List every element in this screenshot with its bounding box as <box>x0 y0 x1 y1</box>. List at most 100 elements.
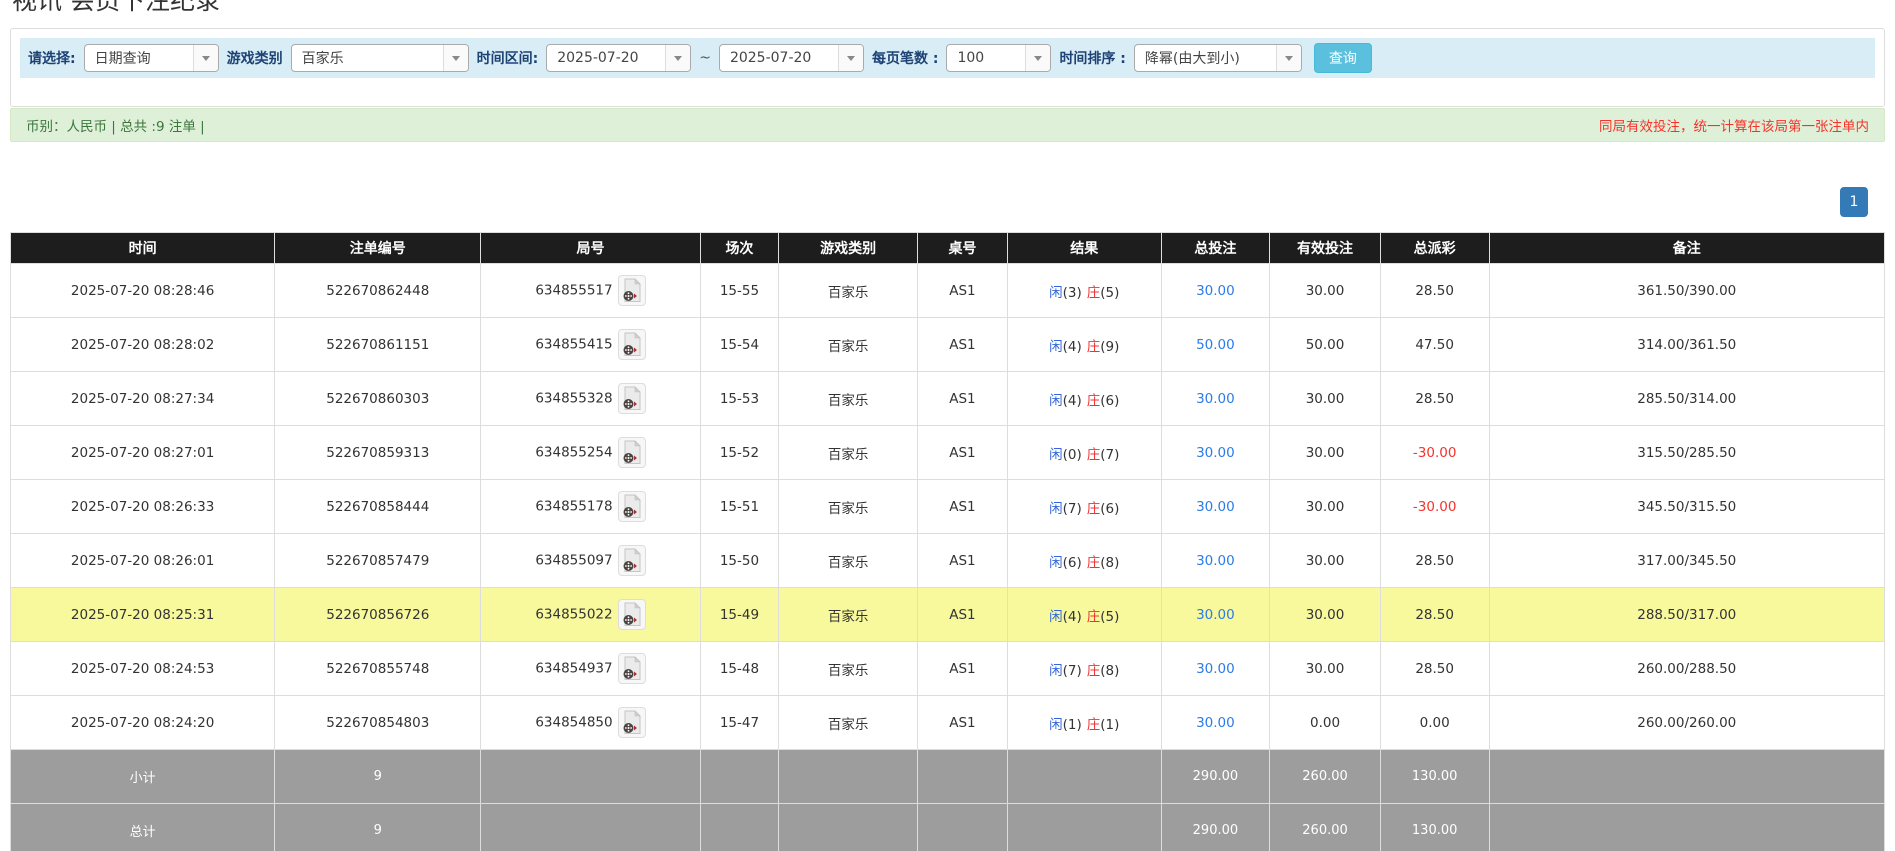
table-row: 2025-07-20 08:26:33 522670858444 6348551… <box>11 480 1885 534</box>
column-header: 桌号 <box>917 233 1007 264</box>
cell-table-no: AS1 <box>917 588 1007 642</box>
result-banker: 庄 <box>1087 285 1101 301</box>
cell-valid-bet: 30.00 <box>1270 642 1381 696</box>
result-banker: 庄 <box>1087 501 1101 517</box>
filter-panel: 请选择: 日期查询 游戏类别 百家乐 时间区间: 2025-07-20 ~ 20… <box>10 28 1885 107</box>
cell-payout: 28.50 <box>1380 264 1489 318</box>
cell-table-no: AS1 <box>917 534 1007 588</box>
cell-bet-id: 522670860303 <box>275 372 481 426</box>
cell-session: 15-51 <box>700 480 779 534</box>
cell-bet-id: 522670854803 <box>275 696 481 750</box>
betting-records-table: 时间注单编号局号场次游戏类别桌号结果总投注有效投注总派彩备注 2025-07-2… <box>10 232 1885 851</box>
column-header: 总派彩 <box>1380 233 1489 264</box>
betting-records-page: 视讯 会员下注纪录 请选择: 日期查询 游戏类别 百家乐 时间区间: 2025-… <box>0 0 1895 851</box>
subtotal-payout: 130.00 <box>1380 750 1489 804</box>
date-range-label: 时间区间: <box>477 48 539 68</box>
date-from-select[interactable]: 2025-07-20 <box>546 44 691 72</box>
cell-session: 15-47 <box>700 696 779 750</box>
cell-payout: 0.00 <box>1380 696 1489 750</box>
total-label: 总计 <box>11 804 275 851</box>
caret-down-icon <box>665 45 690 71</box>
total-bet-link[interactable]: 30.00 <box>1196 607 1235 623</box>
total-bet-link[interactable]: 50.00 <box>1196 337 1235 353</box>
cell-time: 2025-07-20 08:24:53 <box>11 642 275 696</box>
cell-game-type: 百家乐 <box>779 642 918 696</box>
result-player: 闲 <box>1049 555 1063 571</box>
cell-round-id: 634854850 <box>481 696 700 750</box>
cell-game-type: 百家乐 <box>779 264 918 318</box>
total-bet-link[interactable]: 30.00 <box>1196 499 1235 515</box>
cell-result: 闲(0)庄(7) <box>1007 426 1161 480</box>
cell-round-id: 634855517 <box>481 264 700 318</box>
video-record-icon[interactable] <box>618 599 646 630</box>
video-record-icon[interactable] <box>618 653 646 684</box>
cell-result: 闲(6)庄(8) <box>1007 534 1161 588</box>
cell-bet-id: 522670855748 <box>275 642 481 696</box>
video-record-icon[interactable] <box>618 383 646 414</box>
total-bet-link[interactable]: 30.00 <box>1196 445 1235 461</box>
result-banker: 庄 <box>1087 717 1101 733</box>
video-record-icon[interactable] <box>618 275 646 306</box>
page-size-label: 每页笔数 : <box>872 48 938 68</box>
result-player: 闲 <box>1049 717 1063 733</box>
cell-time: 2025-07-20 08:26:33 <box>11 480 275 534</box>
table-row: 2025-07-20 08:26:01 522670857479 6348550… <box>11 534 1885 588</box>
cell-time: 2025-07-20 08:28:46 <box>11 264 275 318</box>
filter-bar: 请选择: 日期查询 游戏类别 百家乐 时间区间: 2025-07-20 ~ 20… <box>20 38 1875 78</box>
cell-valid-bet: 50.00 <box>1270 318 1381 372</box>
cell-game-type: 百家乐 <box>779 426 918 480</box>
cell-valid-bet: 30.00 <box>1270 588 1381 642</box>
query-type-select[interactable]: 日期查询 <box>84 44 219 72</box>
cell-total-bet: 50.00 <box>1161 318 1270 372</box>
cell-valid-bet: 30.00 <box>1270 264 1381 318</box>
table-row: 2025-07-20 08:24:53 522670855748 6348549… <box>11 642 1885 696</box>
video-record-icon[interactable] <box>618 329 646 360</box>
page-button-1[interactable]: 1 <box>1840 187 1868 217</box>
cell-payout: 28.50 <box>1380 372 1489 426</box>
cell-payout: -30.00 <box>1380 426 1489 480</box>
cell-bet-id: 522670862448 <box>275 264 481 318</box>
cell-payout: 28.50 <box>1380 642 1489 696</box>
total-bet-link[interactable]: 30.00 <box>1196 715 1235 731</box>
result-player: 闲 <box>1049 393 1063 409</box>
cell-round-id: 634855415 <box>481 318 700 372</box>
subtotal-row: 小计 9 290.00 260.00 130.00 <box>11 750 1885 804</box>
game-type-select[interactable]: 百家乐 <box>291 44 469 72</box>
cell-valid-bet: 0.00 <box>1270 696 1381 750</box>
cell-bet-id: 522670861151 <box>275 318 481 372</box>
game-type-value: 百家乐 <box>302 48 344 68</box>
total-bet-link[interactable]: 30.00 <box>1196 661 1235 677</box>
result-banker: 庄 <box>1087 555 1101 571</box>
total-bet-link[interactable]: 30.00 <box>1196 553 1235 569</box>
video-record-icon[interactable] <box>618 437 646 468</box>
time-sort-select[interactable]: 降幂(由大到小) <box>1134 44 1302 72</box>
cell-total-bet: 30.00 <box>1161 534 1270 588</box>
cell-game-type: 百家乐 <box>779 372 918 426</box>
column-header: 局号 <box>481 233 700 264</box>
total-valid-bet: 260.00 <box>1270 804 1381 851</box>
cell-total-bet: 30.00 <box>1161 480 1270 534</box>
cell-round-id: 634855328 <box>481 372 700 426</box>
cell-remark: 260.00/260.00 <box>1489 696 1885 750</box>
currency-total-summary: 币别：人民币 | 总共 :9 注单 | <box>26 115 205 135</box>
video-record-icon[interactable] <box>618 545 646 576</box>
cell-table-no: AS1 <box>917 318 1007 372</box>
cell-result: 闲(4)庄(5) <box>1007 588 1161 642</box>
cell-result: 闲(4)庄(6) <box>1007 372 1161 426</box>
query-button[interactable]: 查询 <box>1314 43 1372 73</box>
result-player: 闲 <box>1049 663 1063 679</box>
date-to-select[interactable]: 2025-07-20 <box>719 44 864 72</box>
cell-table-no: AS1 <box>917 372 1007 426</box>
page-size-select[interactable]: 100 <box>946 44 1051 72</box>
cell-session: 15-50 <box>700 534 779 588</box>
time-sort-value: 降幂(由大到小) <box>1145 48 1240 68</box>
cell-table-no: AS1 <box>917 264 1007 318</box>
column-header: 总投注 <box>1161 233 1270 264</box>
video-record-icon[interactable] <box>618 491 646 522</box>
total-bet-link[interactable]: 30.00 <box>1196 391 1235 407</box>
cell-game-type: 百家乐 <box>779 696 918 750</box>
total-bet-link[interactable]: 30.00 <box>1196 283 1235 299</box>
video-record-icon[interactable] <box>618 707 646 738</box>
cell-session: 15-55 <box>700 264 779 318</box>
result-banker: 庄 <box>1087 609 1101 625</box>
